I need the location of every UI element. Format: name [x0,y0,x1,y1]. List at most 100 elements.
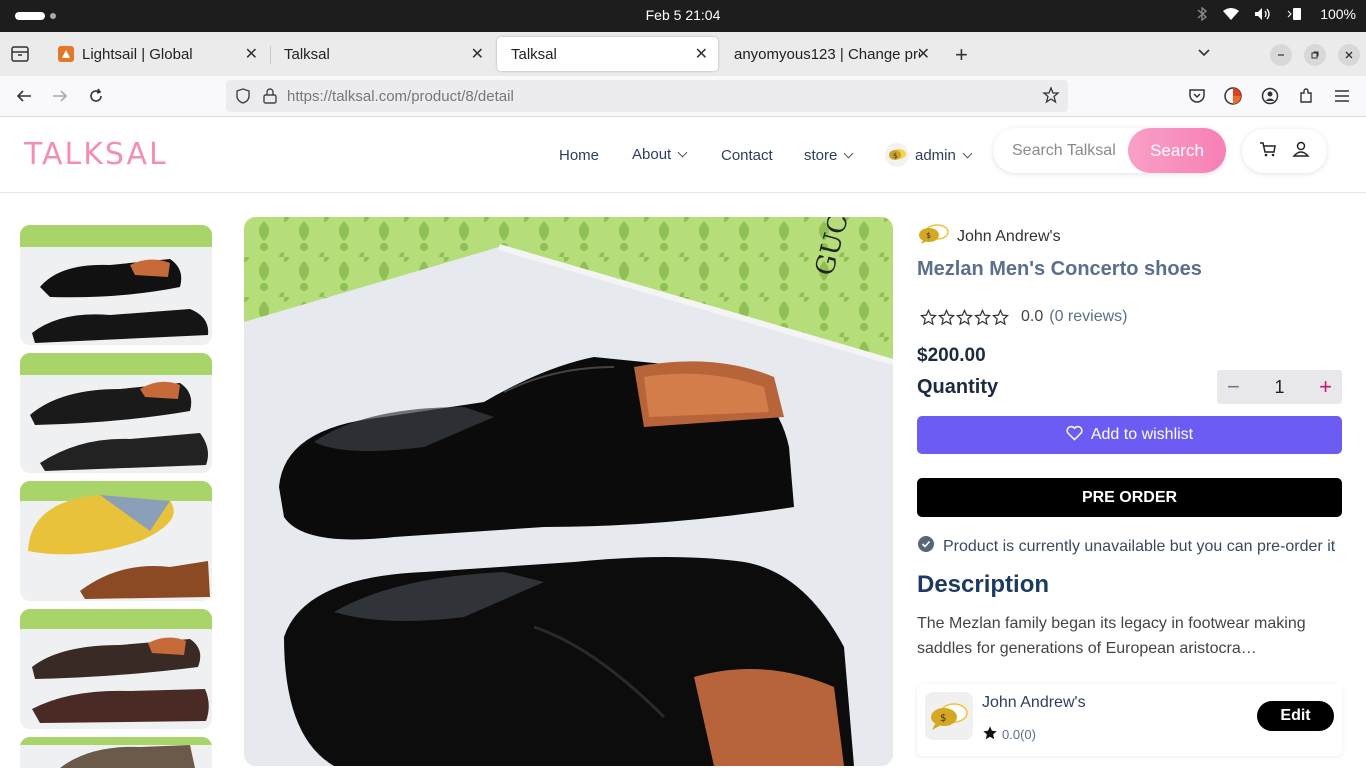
quantity-label: Quantity [917,376,999,398]
reload-icon[interactable] [86,86,106,106]
search-input[interactable] [993,128,1128,173]
bluetooth-icon [1196,6,1208,22]
nav-home-label: Home [559,147,600,164]
url-host: https://talksal.com [287,88,408,105]
tab-title: Talksal [511,45,557,63]
header-icon-group [1242,129,1327,173]
description-heading: Description [917,571,1050,598]
user-icon[interactable] [1292,140,1310,163]
browser-toolbar: https://talksal.com/product/8/detail [0,76,1366,117]
shield-icon[interactable] [234,87,252,110]
nav-home[interactable]: Home [559,147,599,164]
user-avatar: $ [885,143,909,167]
wishlist-label: Add to wishlist [1090,426,1194,443]
archive-icon[interactable] [10,44,30,64]
new-tab-plus-icon[interactable]: + [955,42,968,68]
bookmark-star-icon[interactable] [1042,86,1060,109]
close-icon[interactable]: ✕ [917,44,930,64]
add-to-wishlist-button[interactable]: Add to wishlist [917,416,1342,454]
tab-lightsail[interactable]: Lightsail | Global ✕ [44,37,268,71]
product-price: $200.00 [917,345,986,366]
volume-icon [1254,7,1272,21]
product-thumbnail-3[interactable] [20,481,212,601]
quantity-increase-button[interactable]: + [1319,374,1332,400]
nav-about[interactable]: About [632,146,688,163]
product-thumbnail-5[interactable] [20,737,212,768]
battery-icon [1286,7,1306,21]
quantity-decrease-button[interactable]: − [1227,374,1240,400]
reviews-count[interactable]: (0 reviews) [1049,308,1127,326]
nav-user-label: admin [915,146,956,164]
tab-list-chevron-down-icon[interactable] [1196,44,1212,65]
close-icon[interactable]: ✕ [245,44,258,64]
minimize-icon[interactable] [1270,44,1292,66]
quantity-value[interactable]: 1 [1274,377,1284,398]
seller-avatar[interactable]: $ [925,692,973,740]
back-icon[interactable] [14,86,34,106]
seller-name: John Andrew's [957,227,1061,245]
seller-card-rating: 0.0(0) [982,725,1036,744]
product-main-image[interactable]: GUC [244,217,893,766]
availability-notice: Product is currently unavailable but you… [918,536,1335,557]
browser-tab-bar: Lightsail | Global ✕ Talksal ✕ Talksal ✕… [0,32,1366,76]
favicon-lightsail [58,46,74,62]
tab-title: anyomyous123 | Change pro [734,45,920,63]
chevron-down-icon [962,148,973,158]
menu-icon[interactable] [1332,86,1352,106]
os-top-bar: Feb 5 21:04 100% [0,0,1366,32]
search-form: Search [993,128,1226,173]
product-thumbnail-2[interactable] [20,353,212,473]
forward-icon[interactable] [50,86,70,106]
star-icon [956,308,973,325]
star-icon [982,725,998,744]
product-thumbnail-4[interactable] [20,609,212,729]
product-rating: 0.0 (0 reviews) [920,308,1127,326]
extensions-icon[interactable] [1296,86,1316,106]
edit-button[interactable]: Edit [1257,701,1334,731]
heart-icon [1066,425,1083,446]
site-logo[interactable]: TALKSAL [24,137,168,172]
chevron-down-icon [843,148,854,159]
nav-store[interactable]: store [804,147,854,164]
chevron-down-icon [677,147,688,158]
profile-icon[interactable] [1260,86,1280,106]
svg-text:$: $ [926,231,931,240]
nav-user-menu[interactable]: $ admin [885,143,973,167]
address-bar[interactable]: https://talksal.com/product/8/detail [226,80,1068,112]
tab-title: Lightsail | Global [82,45,193,63]
search-button[interactable]: Search [1128,128,1226,173]
nav-store-label: store [804,147,838,164]
quantity-stepper: − 1 + [1217,370,1342,404]
container-tab-icon[interactable] [1223,86,1243,106]
tab-talksal-1[interactable]: Talksal ✕ [270,37,494,71]
lock-icon[interactable] [262,87,278,110]
seller-link[interactable]: $ John Andrew's [917,223,1061,250]
star-icon [974,308,991,325]
tab-title: Talksal [284,45,330,63]
site-header: TALKSAL Home About Contact store $ admin… [0,117,1366,193]
seller-rating-value: 0.0(0) [1002,727,1036,742]
product-thumbnail-1[interactable] [20,225,212,345]
star-icon [920,308,937,325]
check-circle-icon [918,536,934,557]
cart-icon[interactable] [1259,140,1277,163]
os-clock[interactable]: Feb 5 21:04 [0,7,1366,23]
close-icon[interactable]: ✕ [471,44,484,64]
tab-talksal-active[interactable]: Talksal ✕ [497,37,718,71]
close-icon[interactable]: ✕ [695,44,708,64]
url-text[interactable]: https://talksal.com/product/8/detail [287,88,514,105]
seller-card: $ John Andrew's 0.0(0) Edit [917,684,1342,756]
svg-text:$: $ [940,713,946,724]
product-title: Mezlan Men's Concerto shoes [917,258,1202,280]
window-close-icon[interactable] [1338,44,1360,66]
rating-value: 0.0 [1021,308,1044,325]
system-tray[interactable]: 100% [1196,6,1356,22]
pocket-icon[interactable] [1187,86,1207,106]
tab-anyomyous[interactable]: anyomyous123 | Change pro ✕ [720,37,940,71]
restore-icon[interactable] [1304,44,1326,66]
star-icon [938,308,955,325]
description-text: The Mezlan family began its legacy in fo… [917,615,1306,657]
nav-contact[interactable]: Contact [721,147,773,164]
pre-order-button[interactable]: PRE ORDER [917,478,1342,517]
seller-card-name[interactable]: John Andrew's [982,694,1086,712]
